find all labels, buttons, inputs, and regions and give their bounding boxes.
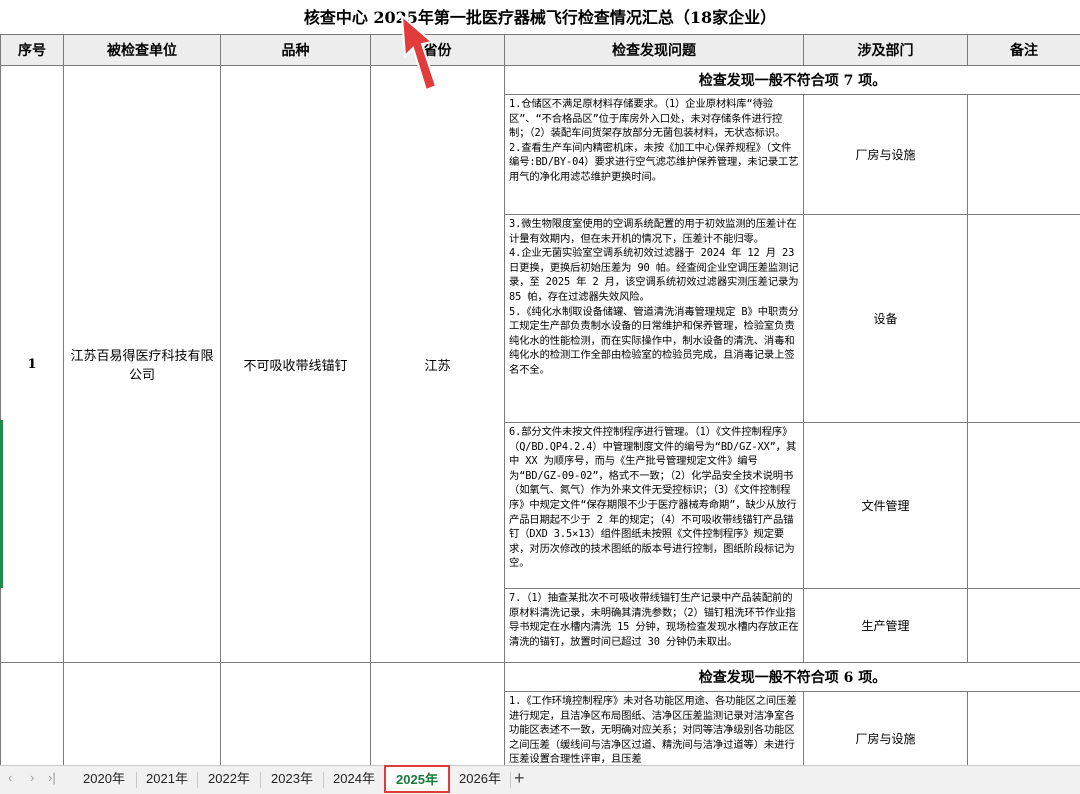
header-row: 序号 被检查单位 品种 省份 检查发现问题 涉及部门 备注 bbox=[1, 35, 1080, 66]
cell-department[interactable]: 厂房与设施 bbox=[804, 692, 968, 766]
cell-issue-text[interactable]: 1.仓储区不满足原材料存储要求。（1）企业原材料库“待验区”、“不合格品区”位于… bbox=[505, 95, 804, 215]
inspection-table: 序号 被检查单位 品种 省份 检查发现问题 涉及部门 备注 1 江苏百易得医疗科… bbox=[0, 34, 1080, 765]
table-row: 检查发现一般不符合项 6 项。 bbox=[1, 663, 1080, 692]
cell-seq[interactable]: 1 bbox=[1, 66, 64, 663]
cell-product[interactable] bbox=[221, 663, 371, 766]
header-company[interactable]: 被检查单位 bbox=[64, 35, 221, 66]
sheet-title: 核查中心 2025年第一批医疗器械飞行检查情况汇总（18家企业） bbox=[0, 0, 1080, 34]
cell-selection-marker bbox=[0, 420, 3, 588]
cell-issue-text[interactable]: 7.（1）抽查某批次不可吸收带线锚钉生产记录中产品装配前的原材料清洗记录，未明确… bbox=[505, 589, 804, 663]
header-product[interactable]: 品种 bbox=[221, 35, 371, 66]
prev-sheet-icon[interactable]: ‹ bbox=[8, 770, 12, 785]
cell-issue-summary[interactable]: 检查发现一般不符合项 6 项。 bbox=[505, 663, 1080, 692]
cell-issue-text[interactable]: 1.《工作环境控制程序》未对各功能区用途、各功能区之间压差进行规定，且洁净区布局… bbox=[505, 692, 804, 766]
header-issues[interactable]: 检查发现问题 bbox=[505, 35, 804, 66]
tab-2022[interactable]: 2022年 bbox=[198, 766, 260, 792]
tab-2026[interactable]: 2026年 bbox=[450, 766, 510, 792]
cell-department[interactable]: 厂房与设施 bbox=[804, 95, 968, 215]
tab-separator bbox=[510, 772, 511, 788]
last-sheet-icon[interactable]: ›| bbox=[48, 770, 56, 785]
add-sheet-icon[interactable]: + bbox=[514, 768, 525, 789]
header-seq[interactable]: 序号 bbox=[1, 35, 64, 66]
cell-issue-text[interactable]: 6.部分文件未按文件控制程序进行管理。（1）《文件控制程序》（Q/BD.QP4.… bbox=[505, 423, 804, 589]
spreadsheet-sheet: 核查中心 2025年第一批医疗器械飞行检查情况汇总（18家企业） 序号 被检查单… bbox=[0, 0, 1080, 765]
cell-issue-text[interactable]: 3.微生物限度室使用的空调系统配置的用于初效监测的压差计在计量有效期内，但在未开… bbox=[505, 215, 804, 423]
cell-product[interactable]: 不可吸收带线锚钉 bbox=[221, 66, 371, 663]
cell-remarks[interactable] bbox=[968, 692, 1080, 766]
header-department[interactable]: 涉及部门 bbox=[804, 35, 968, 66]
cell-remarks[interactable] bbox=[968, 95, 1080, 215]
table-row: 1 江苏百易得医疗科技有限公司 不可吸收带线锚钉 江苏 检查发现一般不符合项 7… bbox=[1, 66, 1080, 95]
tab-2020[interactable]: 2020年 bbox=[72, 766, 136, 792]
tab-2021[interactable]: 2021年 bbox=[137, 766, 197, 792]
cell-remarks[interactable] bbox=[968, 423, 1080, 589]
cell-issue-summary[interactable]: 检查发现一般不符合项 7 项。 bbox=[505, 66, 1080, 95]
cell-department[interactable]: 设备 bbox=[804, 215, 968, 423]
sheet-tab-bar: ‹ › ›| 2020年 2021年 2022年 2023年 2024年 202… bbox=[0, 765, 1080, 794]
cell-province[interactable]: 江苏 bbox=[371, 66, 505, 663]
red-arrow-annotation-icon bbox=[396, 14, 438, 94]
header-remarks[interactable]: 备注 bbox=[968, 35, 1080, 66]
next-sheet-icon[interactable]: › bbox=[30, 770, 34, 785]
tab-2023[interactable]: 2023年 bbox=[261, 766, 323, 792]
cell-province[interactable] bbox=[371, 663, 505, 766]
cell-department[interactable]: 生产管理 bbox=[804, 589, 968, 663]
cell-company[interactable]: 江苏百易得医疗科技有限公司 bbox=[64, 66, 221, 663]
cell-department[interactable]: 文件管理 bbox=[804, 423, 968, 589]
cell-seq[interactable] bbox=[1, 663, 64, 766]
cell-remarks[interactable] bbox=[968, 589, 1080, 663]
cell-company[interactable] bbox=[64, 663, 221, 766]
tab-2025[interactable]: 2025年 bbox=[384, 765, 450, 793]
tab-2024[interactable]: 2024年 bbox=[324, 766, 384, 792]
cell-remarks[interactable] bbox=[968, 215, 1080, 423]
